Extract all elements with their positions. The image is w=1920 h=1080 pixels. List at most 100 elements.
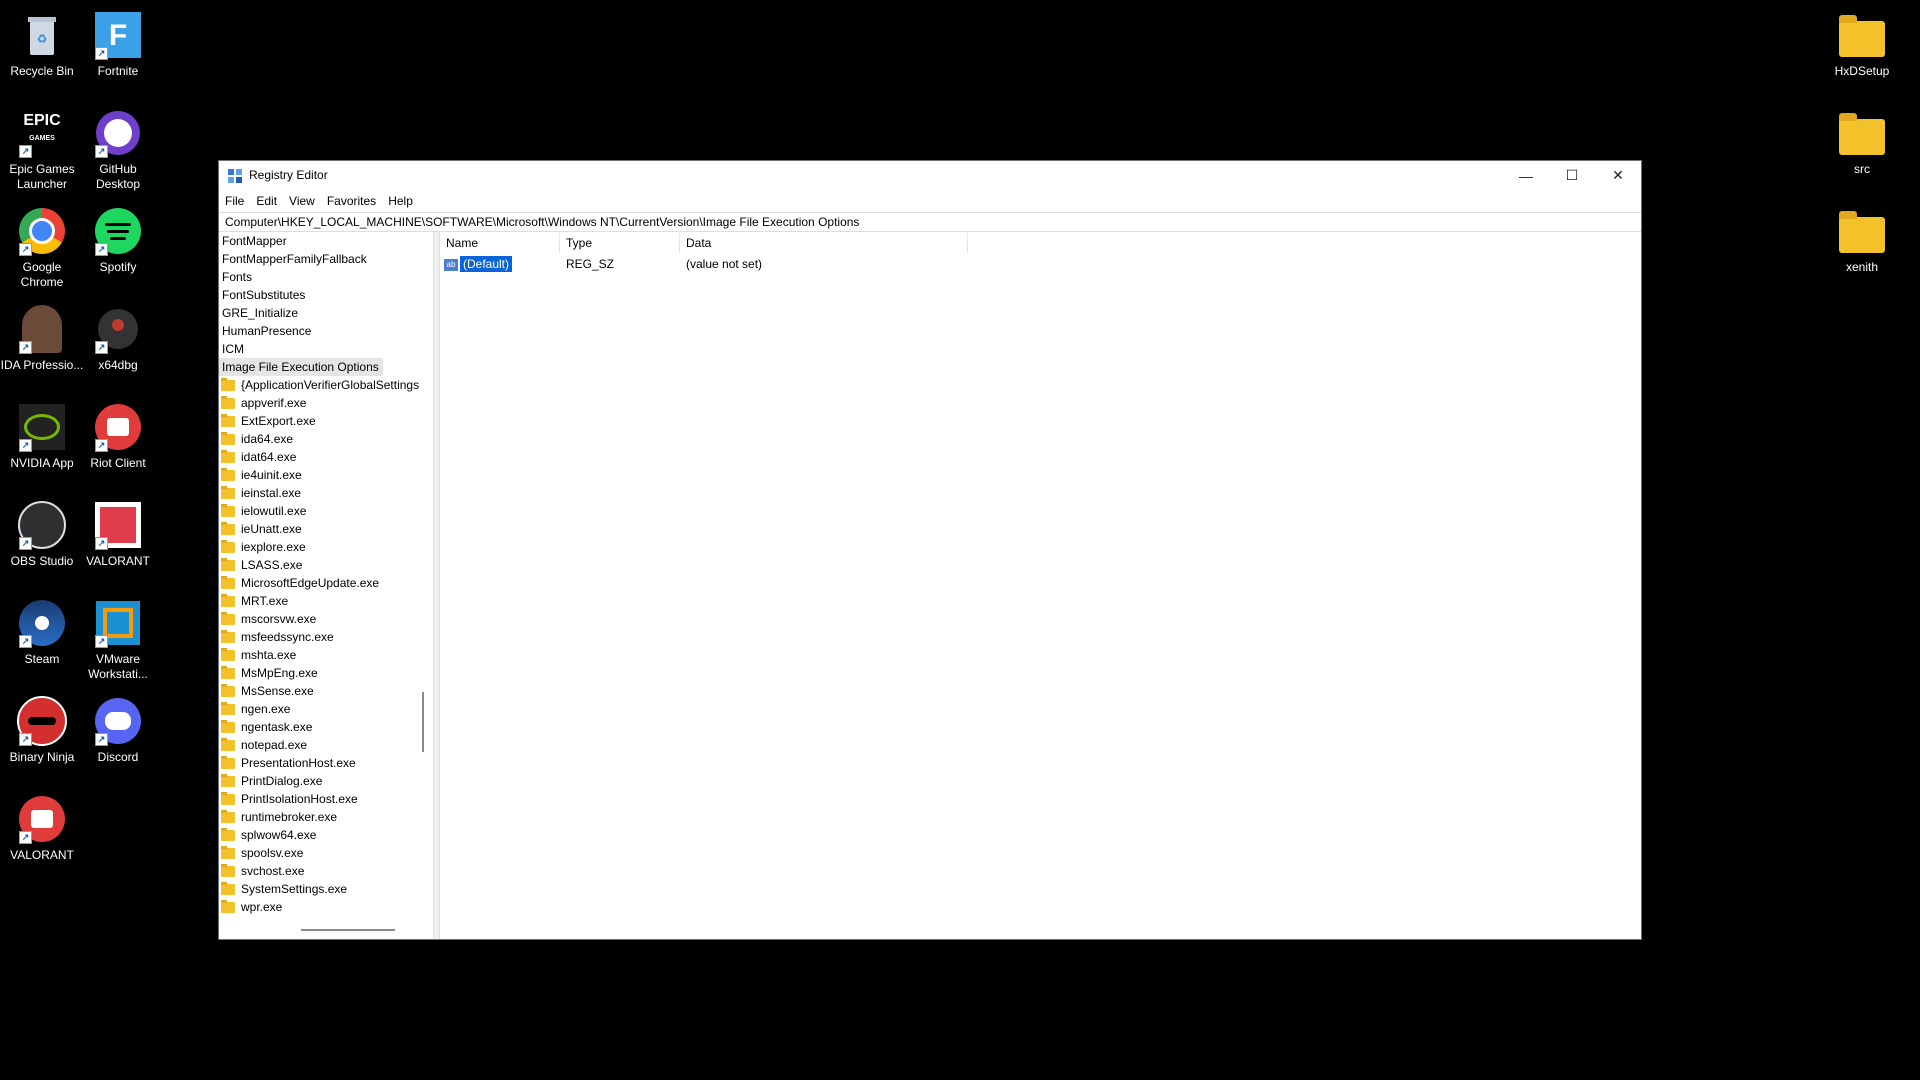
desktop-icon-spotify[interactable]: ↗ Spotify (76, 206, 160, 275)
menu-view[interactable]: View (289, 194, 315, 208)
desktop-icon-label: Discord (97, 750, 139, 764)
tree-node[interactable]: FontSubstitutes (219, 286, 429, 304)
tree-child-node[interactable]: {ApplicationVerifierGlobalSettings (219, 376, 429, 394)
desktop-icon-github[interactable]: ↗ GitHub Desktop (76, 108, 160, 192)
tree-child-node[interactable]: ielowutil.exe (219, 502, 429, 520)
close-button[interactable]: ✕ (1595, 161, 1641, 190)
tree-child-node[interactable]: notepad.exe (219, 736, 429, 754)
tree-node[interactable]: Fonts (219, 268, 429, 286)
tree-child-node[interactable]: ExtExport.exe (219, 412, 429, 430)
tree-child-node[interactable]: PrintIsolationHost.exe (219, 790, 429, 808)
svg-text:♻: ♻ (37, 32, 48, 46)
tree-child-node[interactable]: MRT.exe (219, 592, 429, 610)
tree-node-label: MsSense.exe (241, 684, 314, 698)
tree-node-label: ida64.exe (241, 432, 294, 446)
desktop-icon-x64dbg[interactable]: ↗ x64dbg (76, 304, 160, 373)
tree-horizontal-scrollbar[interactable] (301, 929, 395, 931)
desktop-folder-xenith[interactable]: xenith (1820, 206, 1904, 275)
tree-vertical-scrollbar[interactable] (422, 692, 424, 752)
column-data[interactable]: Data (680, 233, 968, 253)
tree-child-node[interactable]: ie4uinit.exe (219, 466, 429, 484)
column-type[interactable]: Type (560, 233, 680, 253)
desktop-icon-label: VALORANT (10, 848, 74, 862)
value-name[interactable]: (Default) (460, 256, 513, 272)
tree-child-node[interactable]: iexplore.exe (219, 538, 429, 556)
desktop-icon-label: Spotify (99, 260, 137, 274)
desktop-icon-label: Recycle Bin (10, 64, 74, 78)
tree-child-node[interactable]: spoolsv.exe (219, 844, 429, 862)
tree-node[interactable]: GRE_Initialize (219, 304, 429, 322)
desktop-icon-ida[interactable]: ↗ IDA Professio... (0, 304, 84, 373)
tree-child-node[interactable]: PrintDialog.exe (219, 772, 429, 790)
desktop-icon-vmware[interactable]: ↗ VMware Workstati... (76, 598, 160, 682)
desktop-icon-valorant[interactable]: ↗ VALORANT (76, 500, 160, 569)
tree-child-node[interactable]: PresentationHost.exe (219, 754, 429, 772)
key-tree[interactable]: FontMapper FontMapperFamilyFallback Fonts F… (219, 232, 429, 939)
tree-node-label: ieUnatt.exe (241, 522, 302, 536)
desktop-icon-label: Riot Client (90, 456, 146, 470)
tree-child-node[interactable]: ida64.exe (219, 430, 429, 448)
registry-editor-window[interactable]: Registry Editor — ☐ ✕ File Edit View Fav… (218, 160, 1642, 940)
desktop-icon-binary-ninja[interactable]: ↗ Binary Ninja (0, 696, 84, 765)
tree-node-label: notepad.exe (241, 738, 308, 752)
tree-child-node[interactable]: SystemSettings.exe (219, 880, 429, 898)
tree-node[interactable]: ICM (219, 340, 429, 358)
desktop-icon-steam[interactable]: ↗ Steam (0, 598, 84, 667)
desktop-folder-hxdsetup[interactable]: HxDSetup (1820, 10, 1904, 79)
desktop-icon-riot-client[interactable]: ↗ Riot Client (76, 402, 160, 471)
tree-node[interactable]: HumanPresence (219, 322, 429, 340)
desktop-icon-obs[interactable]: ↗ OBS Studio (0, 500, 84, 569)
minimize-button[interactable]: — (1503, 161, 1549, 190)
column-name[interactable]: Name (440, 233, 560, 253)
tree-child-node[interactable]: ieUnatt.exe (219, 520, 429, 538)
folder-icon (221, 593, 235, 607)
tree-node[interactable]: FontMapperFamilyFallback (219, 250, 429, 268)
desktop-icon-valorant-riot[interactable]: ↗ VALORANT (0, 794, 84, 863)
tree-child-node[interactable]: MsMpEng.exe (219, 664, 429, 682)
desktop-icon-discord[interactable]: ↗ Discord (76, 696, 160, 765)
menu-file[interactable]: File (225, 194, 244, 208)
menu-favorites[interactable]: Favorites (327, 194, 376, 208)
tree-child-node[interactable]: msfeedssync.exe (219, 628, 429, 646)
values-pane[interactable]: Name Type Data ab (Default) REG_SZ (value… (440, 232, 1641, 939)
tree-child-node[interactable]: appverif.exe (219, 394, 429, 412)
desktop-icon-chrome[interactable]: ↗ Google Chrome (0, 206, 84, 290)
tree-child-node[interactable]: ngentask.exe (219, 718, 429, 736)
desktop-icon-nvidia[interactable]: ↗ NVIDIA App (0, 402, 84, 471)
tree-child-node[interactable]: mshta.exe (219, 646, 429, 664)
desktop-icon-recycle-bin[interactable]: ♻ Recycle Bin (0, 10, 84, 79)
tree-child-node[interactable]: wpr.exe (219, 898, 429, 916)
pane-splitter[interactable] (433, 232, 440, 939)
shortcut-arrow-icon: ↗ (19, 733, 32, 746)
tree-child-node[interactable]: splwow64.exe (219, 826, 429, 844)
title-bar[interactable]: Registry Editor — ☐ ✕ (219, 161, 1641, 190)
tree-child-node[interactable]: idat64.exe (219, 448, 429, 466)
menu-edit[interactable]: Edit (256, 194, 277, 208)
tree-child-node[interactable]: LSASS.exe (219, 556, 429, 574)
tree-child-node[interactable]: MsSense.exe (219, 682, 429, 700)
folder-icon (221, 701, 235, 715)
recycle-bin-icon: ♻ (17, 10, 67, 60)
folder-icon (221, 629, 235, 643)
tree-child-node[interactable]: MicrosoftEdgeUpdate.exe (219, 574, 429, 592)
desktop-icon-fortnite[interactable]: F ↗ Fortnite (76, 10, 160, 79)
tree-child-node[interactable]: ngen.exe (219, 700, 429, 718)
tree-child-node[interactable]: mscorsvw.exe (219, 610, 429, 628)
desktop-icon-label: HxDSetup (1834, 64, 1890, 78)
folder-icon (221, 413, 235, 427)
tree-node-selected[interactable]: Image File Execution Options (219, 358, 383, 376)
address-bar[interactable]: Computer\HKEY_LOCAL_MACHINE\SOFTWARE\Mic… (219, 212, 1641, 232)
tree-child-node[interactable]: ieinstal.exe (219, 484, 429, 502)
value-row[interactable]: ab (Default) REG_SZ (value not set) (440, 254, 1641, 274)
x64dbg-icon: ↗ (93, 304, 143, 354)
desktop-icon-label: Steam (24, 652, 60, 666)
value-data: (value not set) (686, 257, 763, 271)
maximize-button[interactable]: ☐ (1549, 161, 1595, 190)
tree-child-node[interactable]: runtimebroker.exe (219, 808, 429, 826)
desktop-icon-epic-games[interactable]: EPIC GAMES ↗ Epic Games Launcher (0, 108, 84, 192)
desktop-folder-src[interactable]: src (1820, 108, 1904, 177)
tree-node[interactable]: FontMapper (219, 232, 429, 250)
tree-node-label: MRT.exe (241, 594, 289, 608)
tree-child-node[interactable]: svchost.exe (219, 862, 429, 880)
menu-help[interactable]: Help (388, 194, 413, 208)
